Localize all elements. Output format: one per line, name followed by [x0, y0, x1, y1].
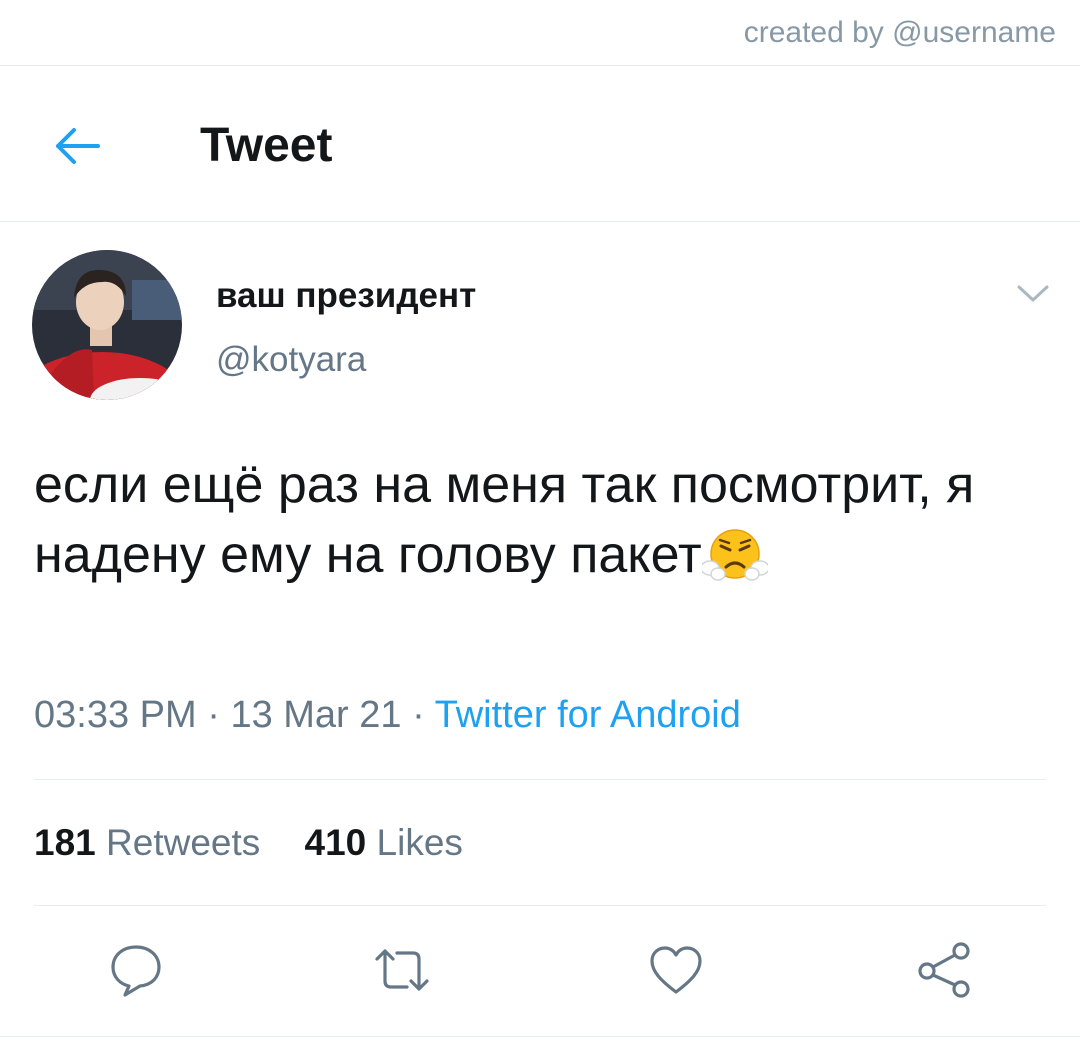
page-title: Tweet	[200, 119, 333, 172]
author-handle[interactable]: @kotyara	[216, 340, 366, 380]
arrow-left-icon	[56, 128, 100, 164]
author-display-name[interactable]: ваш президент	[216, 276, 476, 316]
retweets-count: 181	[34, 822, 96, 863]
face-with-steam-from-nose-emoji	[699, 524, 770, 586]
tweet-stats: 181 Retweets 410 Likes	[34, 822, 463, 864]
tweet-source-link[interactable]: Twitter for Android	[435, 694, 741, 736]
divider	[0, 1036, 1080, 1037]
divider	[34, 779, 1046, 780]
like-button[interactable]	[644, 938, 708, 1002]
meta-separator: ·	[412, 694, 425, 736]
tweet-text-content: если ещё раз на меня так посмотрит, я на…	[34, 456, 975, 584]
avatar-image	[32, 250, 182, 400]
retweets-stat[interactable]: 181 Retweets	[34, 822, 260, 864]
chevron-down-icon	[1017, 285, 1049, 302]
retweets-label: Retweets	[106, 822, 261, 863]
likes-label: Likes	[376, 822, 463, 863]
divider	[34, 905, 1046, 906]
back-button[interactable]	[46, 116, 106, 176]
share-icon	[918, 942, 970, 998]
share-button[interactable]	[912, 938, 976, 1002]
retweet-button[interactable]	[370, 938, 434, 1002]
more-options-button[interactable]	[1010, 276, 1056, 312]
tweet-date: 13 Mar 21	[230, 694, 402, 736]
like-icon	[650, 946, 702, 994]
likes-count: 410	[304, 822, 367, 863]
tweet-text: если ещё раз на меня так посмотрит, я на…	[34, 450, 1044, 590]
meta-separator: ·	[207, 694, 220, 736]
reply-button[interactable]	[104, 938, 168, 1002]
header: Tweet	[0, 66, 1080, 222]
avatar[interactable]	[32, 250, 182, 400]
retweet-icon	[375, 949, 429, 991]
credit-text: created by @username	[743, 16, 1056, 49]
reply-icon	[111, 945, 161, 997]
tweet-time: 03:33 PM	[34, 694, 197, 736]
tweet-meta: 03:33 PM · 13 Mar 21 · Twitter for Andro…	[34, 694, 741, 737]
credit-bar: created by @username	[0, 0, 1080, 66]
likes-stat[interactable]: 410 Likes	[305, 822, 463, 864]
